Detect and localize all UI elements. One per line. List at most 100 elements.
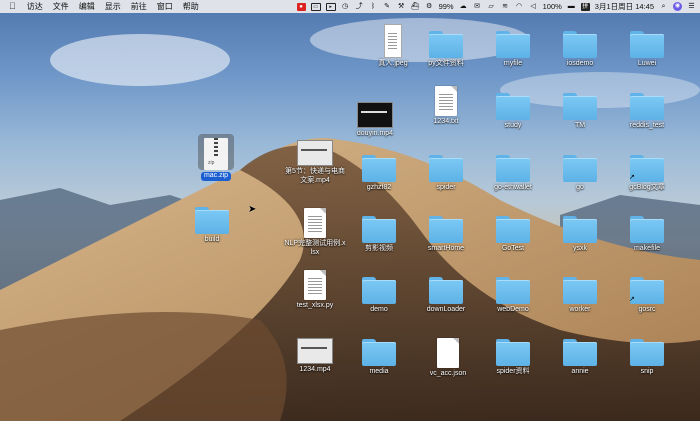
desktop-item-vcacc[interactable]: vc_acc.json [413,332,483,379]
desktop-item-lesson5[interactable]: 第5节：快递与电商文案.mp4 [280,130,350,185]
alias-arrow-icon: ↗ [629,296,635,303]
folder-icon: ↗ [629,268,665,304]
desktop-item-label: reddis_test [629,122,665,129]
video-thumbnail-icon [297,328,333,364]
menu-go[interactable]: 前往 [126,0,152,13]
desktop-item-mp41234[interactable]: 1234.mp4 [280,328,350,375]
desktop-item-jianying[interactable]: 剪影视频 [344,207,414,254]
folder-icon [629,330,665,366]
notification-center-icon[interactable]: ☰ [687,3,696,11]
cloud-icon[interactable]: ☁ [459,3,468,11]
menu-window[interactable]: 窗口 [152,0,178,13]
desktop-item-label: TM [574,122,586,129]
folder-icon [428,22,464,58]
siri-icon[interactable]: ◉ [673,2,682,11]
desktop-item-douyin[interactable]: douyin.mp4 [340,92,410,139]
volume-icon[interactable]: ◁ [529,3,538,11]
desktop-item-label: build [204,236,220,243]
desktop-item-myfile[interactable]: myfile [478,22,548,69]
desktop-item-spiderziliao[interactable]: spider资料 [478,330,548,377]
desktop-item-demo[interactable]: demo [344,268,414,315]
desktop-item-label: vc_acc.json [429,370,467,377]
desktop-item-label: worker [569,306,591,313]
desktop-item-gcblog[interactable]: ↗ gcBlog文章 [612,146,682,193]
desktop-item-reddis[interactable]: reddis_test [612,84,682,131]
folder-icon [495,268,531,304]
desktop-item-gzhzf[interactable]: gzhzf82 [344,146,414,193]
desktop-item-annie[interactable]: annie [545,330,615,377]
input-method-icon[interactable]: 拼 [580,2,590,11]
folder-icon [495,207,531,243]
desktop-item-study[interactable]: study [478,84,548,131]
desktop-item-spider[interactable]: spider [411,146,481,193]
folder-icon [562,330,598,366]
desktop-item-gosrc[interactable]: ↗ gosrc [612,268,682,315]
bluetooth-icon[interactable]: ᛒ [369,3,378,11]
desktop-item-downloader[interactable]: downLoader [411,268,481,315]
apple-icon[interactable]:  [0,0,22,13]
desktop-item-go[interactable]: go [545,146,615,193]
video-thumbnail-icon [357,92,393,128]
gear-icon[interactable]: ⚙ [425,3,434,11]
desktop-item-nlp[interactable]: NLP完整测试用例.xlsx [280,202,350,257]
desktop-item-label: gzhzf82 [366,184,392,191]
recording-icon[interactable]: ● [296,2,306,11]
menu-edit[interactable]: 编辑 [74,0,100,13]
pen-icon[interactable]: ✎ [383,3,392,11]
desktop-item-snip[interactable]: snip [612,330,682,377]
menu-view[interactable]: 显示 [100,0,126,13]
menu-file[interactable]: 文件 [48,0,74,13]
mail-icon[interactable]: ✉ [473,3,482,11]
desktop-item-txt1234[interactable]: 1234.txt [411,80,481,127]
folder-icon [194,198,230,234]
video-thumbnail-icon [297,130,333,166]
desktop-item-py-wenjian[interactable]: py文件资料 [411,22,481,69]
desktop-item-luwei[interactable]: Luwei [612,22,682,69]
date-time[interactable]: 3月1日周日 14:45 [595,1,654,12]
screen-icon[interactable]: ▭ [310,2,321,11]
desktop-item-gotest[interactable]: GoTest [478,207,548,254]
desktop-item-webdemo[interactable]: webDemo [478,268,548,315]
folder-icon [495,84,531,120]
document-icon [430,332,466,368]
menu-finder[interactable]: 访达 [22,0,48,13]
folder-icon [495,22,531,58]
folder-icon [562,22,598,58]
folder-icon [562,84,598,120]
share-icon[interactable]: ⤴ [355,3,364,11]
docker-icon[interactable]: ⛴ [411,3,420,11]
wifi-icon[interactable]: ◠ [515,3,524,11]
desktop-item-tm[interactable]: TM [545,84,615,131]
menu-help[interactable]: 帮助 [178,0,204,13]
clock-icon[interactable]: ◷ [341,3,350,11]
battery-icon[interactable]: ▬ [567,3,576,11]
tools-icon[interactable]: ⚒ [397,3,406,11]
folder-icon [629,207,665,243]
folder-icon [629,22,665,58]
desktop-item-label: annie [571,368,589,375]
desktop-item-build[interactable]: build [177,198,247,245]
camera-icon[interactable]: ▸ [325,2,336,11]
desktop-item-testxlsxpy[interactable]: test_xlsx.py [280,264,350,311]
desktop-item-smarthome[interactable]: smartHome [411,207,481,254]
signal-icon[interactable]: ≋ [501,3,510,11]
desktop-item-label: go [576,184,584,191]
desktop-item-label: demo [370,306,388,313]
desktop-item-goethwallet[interactable]: go-ethwallet [478,146,548,193]
desktop-item-iosdemo[interactable]: iosdemo [545,22,615,69]
desktop-item-makefile[interactable]: makefile [612,207,682,254]
desktop-item-label: makefile [633,245,661,252]
desktop-item-label: spider [436,184,456,191]
desktop-item-label: NLP完整测试用例.xlsx [284,240,346,256]
cpu-battery-status[interactable]: 99% [439,2,454,11]
desktop-item-media[interactable]: media [344,330,414,377]
battery-percent[interactable]: 100% [543,2,562,11]
folder-icon [361,207,397,243]
airplay-icon[interactable]: ▱ [487,3,496,11]
spotlight-search-icon[interactable]: ⌕ [659,3,668,11]
desktop[interactable]:  访达 文件 编辑 显示 前往 窗口 帮助 ● ▭ ▸ ◷ ⤴ ᛒ ✎ ⚒ ⛴… [0,0,700,421]
desktop-item-label: study [504,122,522,129]
desktop-item-ysxk[interactable]: ysxk [545,207,615,254]
desktop-item-macdzip[interactable]: zip mac.zip [181,134,251,181]
desktop-item-worker[interactable]: worker [545,268,615,315]
